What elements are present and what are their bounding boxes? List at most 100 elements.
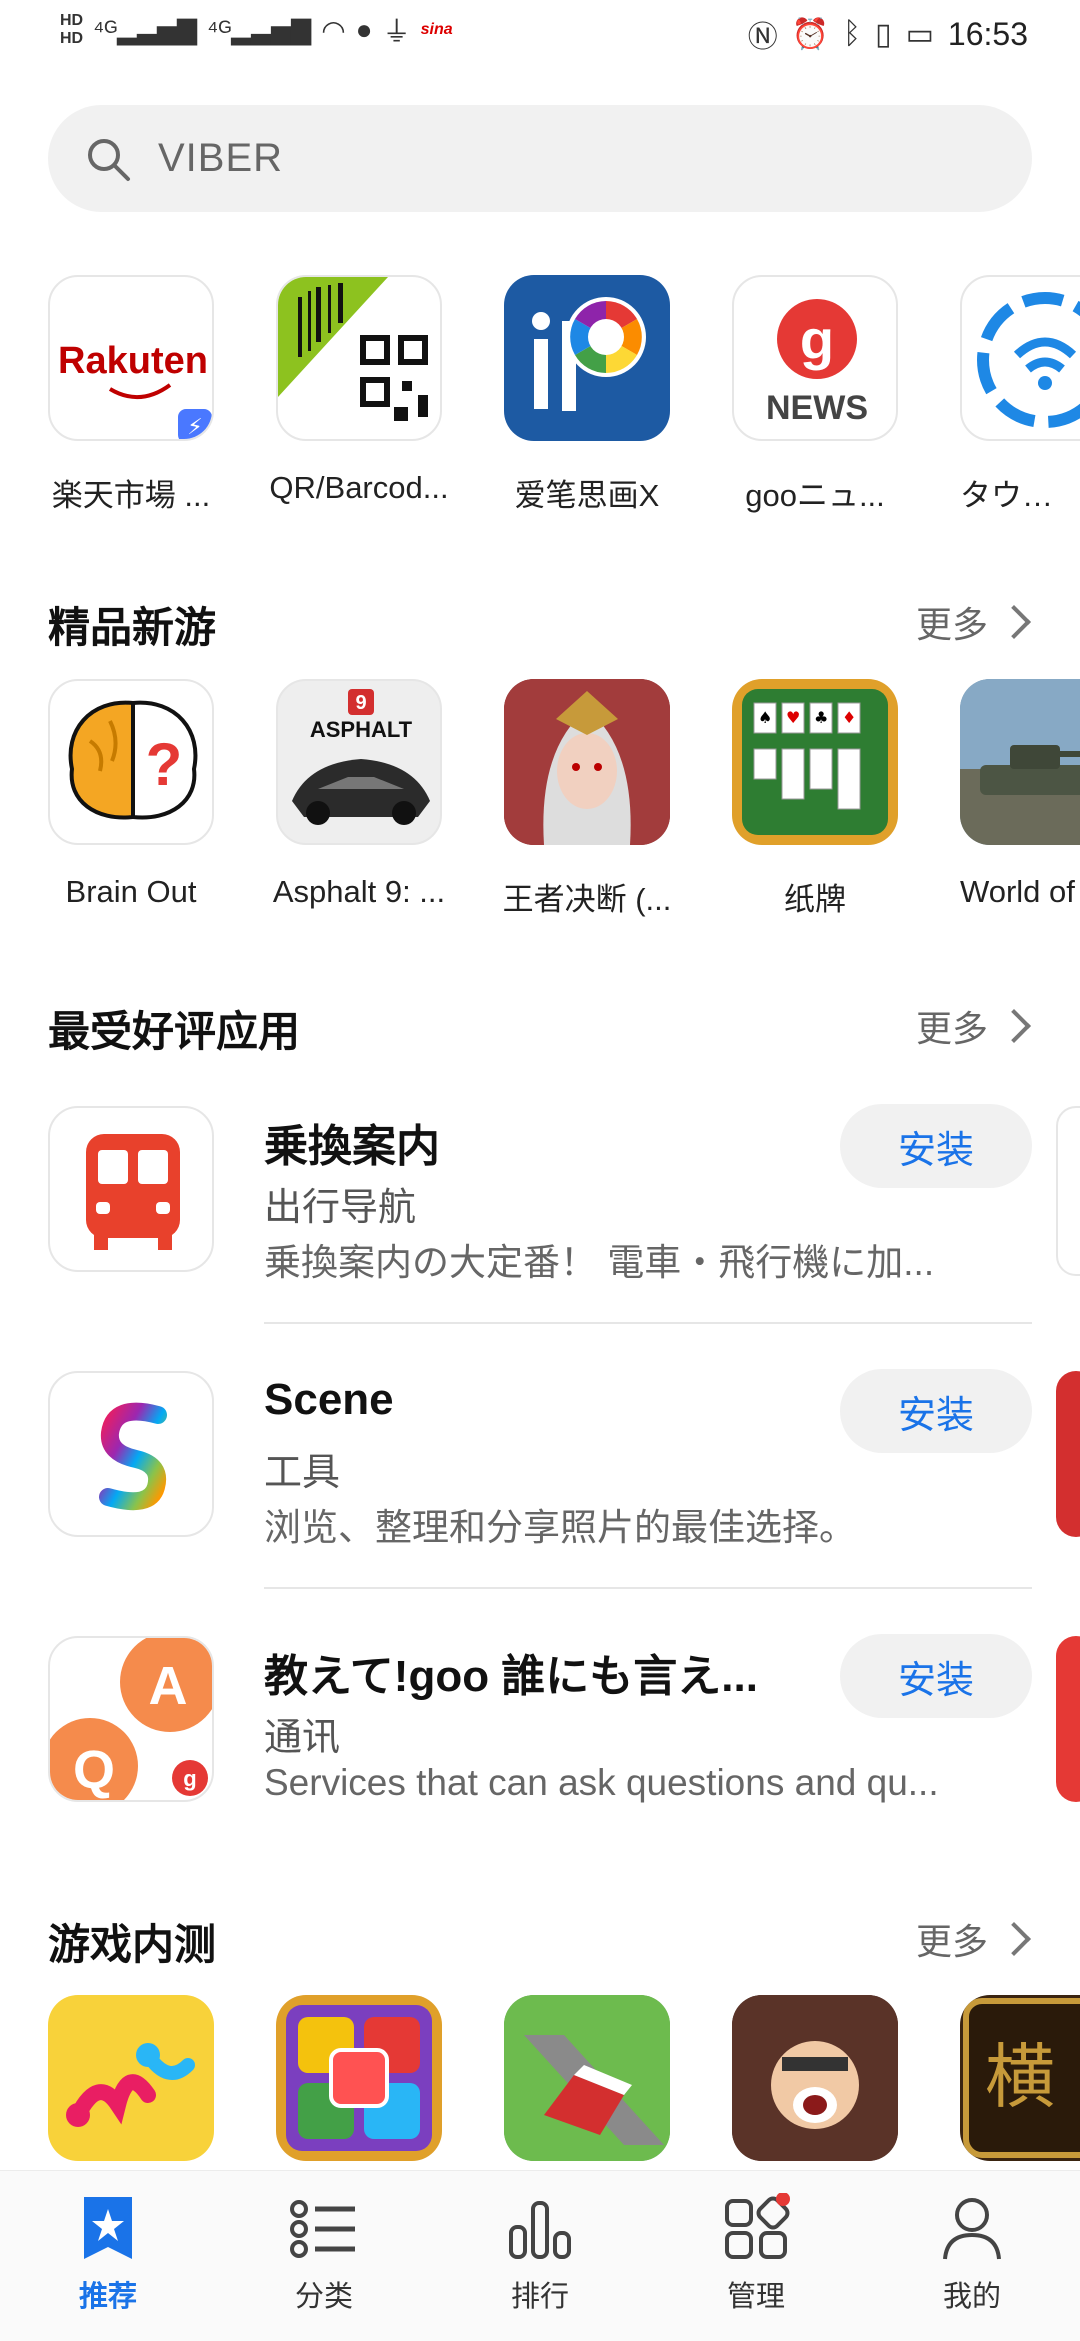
sina-icon: sina xyxy=(420,21,453,38)
signal-4g-icon: ⁴ᴳ▂▃▅▇ xyxy=(93,14,198,45)
usb-icon: ⏚ xyxy=(382,16,411,47)
svg-text:横: 横 xyxy=(985,2036,1055,2118)
game-icon-world-of-tanks[interactable] xyxy=(960,679,1080,845)
svg-text:♥: ♥ xyxy=(786,708,800,727)
game-label: World of xyxy=(960,874,1075,909)
more-label: 更多 xyxy=(915,604,988,645)
app-title: Scene xyxy=(264,1375,394,1424)
chevron-right-icon xyxy=(997,605,1031,639)
svg-text:ASPHALT: ASPHALT xyxy=(310,717,413,742)
status-bar: HD HD ⁴ᴳ▂▃▅▇ ⁴ᴳ▂▃▅▇ ◠ ● ⏚ sina Ⓝ ⏰ ᛒ ▯ ▭ … xyxy=(0,0,1080,70)
app-icon-norikae-annai[interactable] xyxy=(48,1106,214,1272)
nav-tab-recommend[interactable]: 推荐 xyxy=(38,2193,178,2315)
alarm-icon: ⏰ xyxy=(791,17,830,51)
game-label: 王者决断 (... xyxy=(502,882,672,917)
game-icon-beta-1[interactable] xyxy=(48,1995,214,2161)
nav-label: 我的 xyxy=(942,2281,1001,2313)
game-icon-brain-out[interactable]: ? xyxy=(48,679,214,845)
chevron-right-icon xyxy=(997,1922,1031,1956)
app-description: Services that can ask questions and qu..… xyxy=(264,1762,939,1803)
search-placeholder: VIBER xyxy=(158,136,284,180)
install-button[interactable]: 安装 xyxy=(840,1634,1032,1718)
svg-text:A: A xyxy=(149,1656,188,1716)
bottom-navigation: 推荐 分类 排行 管理 我的 xyxy=(0,2170,1080,2341)
svg-text:♠: ♠ xyxy=(758,708,772,727)
search-icon xyxy=(84,135,132,183)
game-icon-solitaire[interactable]: ♠ ♥ ♣ ♦ xyxy=(732,679,898,845)
app-description: 浏览、整理和分享照片的最佳选择。 xyxy=(264,1507,856,1548)
battery-icon: ▭ xyxy=(905,17,934,51)
game-icon-asphalt-9[interactable]: 9 ASPHALT xyxy=(276,679,442,845)
nav-label: 管理 xyxy=(726,2281,785,2313)
game-label: 纸牌 xyxy=(784,882,846,917)
nav-tab-ranking[interactable]: 排行 xyxy=(470,2193,610,2315)
section-title-beta-games: 游戏内测 xyxy=(48,1921,217,1968)
list-icon xyxy=(254,2193,394,2263)
nfc-icon: Ⓝ xyxy=(747,21,778,54)
nav-label: 排行 xyxy=(510,2281,569,2313)
svg-text:Rakuten: Rakuten xyxy=(58,340,208,382)
section-title-new-games: 精品新游 xyxy=(48,604,217,651)
game-icon-beta-4[interactable] xyxy=(732,1995,898,2161)
app-title: 教えて!goo 誰にも言え... xyxy=(264,1652,758,1701)
grid-manage-icon xyxy=(686,2193,826,2263)
app-icon-qr-barcode[interactable] xyxy=(276,275,442,441)
svg-text:Q: Q xyxy=(73,1740,115,1800)
game-label: Brain Out xyxy=(65,874,197,909)
more-label: 更多 xyxy=(915,1008,988,1049)
status-time: 16:53 xyxy=(947,15,1028,52)
wifi-icon: ◠ xyxy=(321,14,346,46)
app-icon-rakuten[interactable]: Rakuten ⚡ xyxy=(48,275,214,441)
hd-icon: HD HD xyxy=(60,12,84,47)
next-column-peek xyxy=(1056,1636,1080,1802)
app-title: 乗換案内 xyxy=(264,1122,440,1171)
install-button[interactable]: 安装 xyxy=(840,1104,1032,1188)
divider xyxy=(264,1322,1032,1324)
more-link-beta-games[interactable]: 更多 xyxy=(915,1913,1031,1965)
nav-tab-category[interactable]: 分类 xyxy=(254,2193,394,2315)
game-icon-beta-2[interactable] xyxy=(276,1995,442,2161)
app-icon-goo-news[interactable]: g NEWS xyxy=(732,275,898,441)
more-link-top-rated[interactable]: 更多 xyxy=(915,1000,1031,1052)
nav-label: 推荐 xyxy=(78,2281,137,2313)
app-description: 乗換案内の大定番！ 電車・飛行機に加... xyxy=(264,1242,935,1283)
next-column-peek xyxy=(1056,1371,1080,1537)
game-label: Asphalt 9: ... xyxy=(272,874,446,909)
next-column-peek xyxy=(1056,1106,1080,1276)
app-category: 工具 xyxy=(264,1452,341,1494)
svg-text:g: g xyxy=(800,308,834,371)
game-icon-wangzhe[interactable] xyxy=(504,679,670,845)
app-icon-scene[interactable] xyxy=(48,1371,214,1537)
chevron-right-icon xyxy=(997,1009,1031,1043)
more-label: 更多 xyxy=(915,1921,988,1962)
vibrate-icon: ▯ xyxy=(875,17,892,51)
app-category: 通讯 xyxy=(264,1717,341,1759)
svg-text:9: 9 xyxy=(355,692,366,714)
status-right-icons: Ⓝ ⏰ ᛒ ▯ ▭ 16:53 xyxy=(748,12,1028,56)
person-icon xyxy=(902,2193,1042,2263)
nav-tab-manage[interactable]: 管理 xyxy=(686,2193,826,2315)
search-bar[interactable]: VIBER xyxy=(48,105,1032,212)
app-icon-oshiete-goo[interactable]: AQg xyxy=(48,1636,214,1802)
install-button[interactable]: 安装 xyxy=(840,1369,1032,1453)
app-label: タウンW xyxy=(960,478,1080,513)
nav-label: 分类 xyxy=(294,2281,353,2313)
app-category: 出行导航 xyxy=(264,1187,417,1229)
section-title-top-rated: 最受好评应用 xyxy=(48,1008,301,1055)
app-icon-townwork[interactable] xyxy=(960,275,1080,441)
more-link-new-games[interactable]: 更多 xyxy=(915,596,1031,648)
svg-text:♣: ♣ xyxy=(814,708,828,727)
svg-text:g: g xyxy=(183,1766,196,1791)
app-label: 楽天市場 ... xyxy=(51,478,211,513)
star-bookmark-icon xyxy=(38,2193,178,2263)
game-icon-beta-3[interactable] xyxy=(504,1995,670,2161)
status-left-icons: HD HD ⁴ᴳ▂▃▅▇ ⁴ᴳ▂▃▅▇ ◠ ● ⏚ sina xyxy=(60,10,453,50)
signal-4g-icon: ⁴ᴳ▂▃▅▇ xyxy=(207,14,312,45)
game-icon-beta-5[interactable]: 横 xyxy=(960,1995,1080,2161)
nav-tab-mine[interactable]: 我的 xyxy=(902,2193,1042,2315)
globe-icon: ● xyxy=(355,14,373,45)
app-label: 爱笔思画X xyxy=(514,478,660,513)
bluetooth-icon: ᛒ xyxy=(843,17,862,50)
svg-text:NEWS: NEWS xyxy=(766,389,868,427)
app-icon-ibis-paint[interactable] xyxy=(504,275,670,441)
